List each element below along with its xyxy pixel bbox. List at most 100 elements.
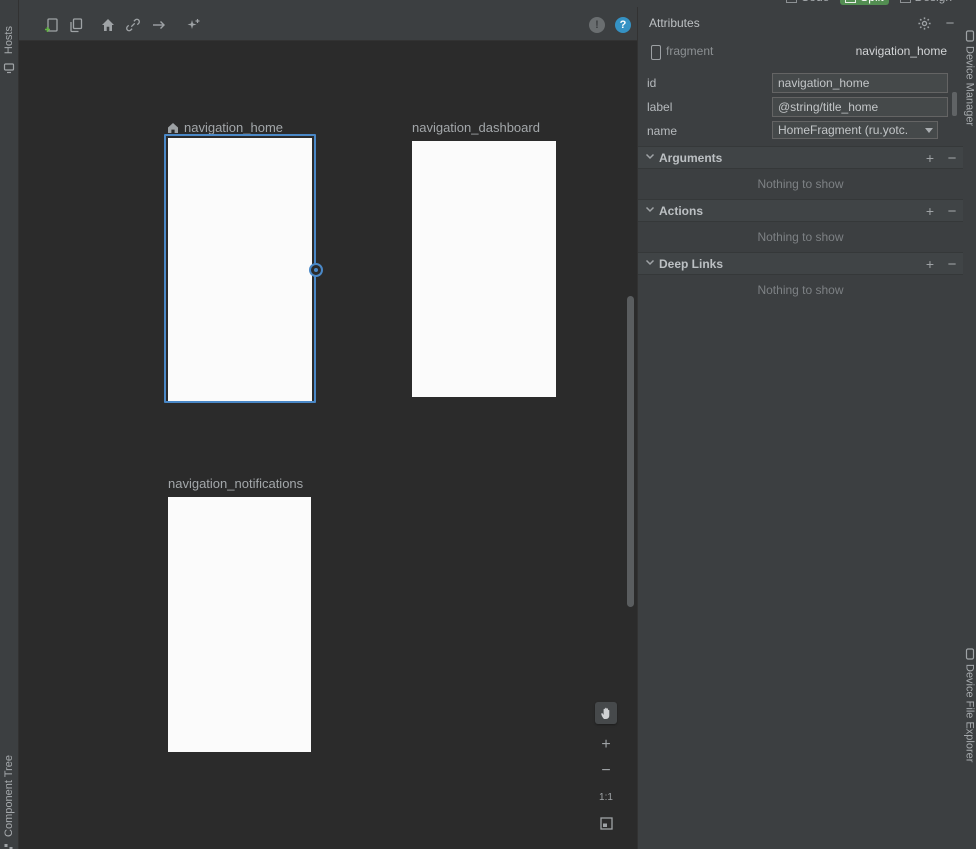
fragment-home-action-handle[interactable]: [309, 263, 323, 277]
chevron-down-icon: [925, 128, 933, 133]
component-id: navigation_home: [856, 44, 947, 58]
tab-split-label: Split: [860, 0, 883, 4]
left-tool-strip: Hosts Component Tree: [0, 0, 19, 849]
fragment-dashboard-label-row[interactable]: navigation_dashboard: [412, 120, 540, 135]
add-action-button[interactable]: +: [922, 203, 938, 219]
section-title: Actions: [659, 204, 703, 218]
attributes-title: Attributes: [649, 16, 700, 30]
device-file-explorer-icon: [965, 648, 975, 660]
navigation-editor-window: Hosts Component Tree Device Manager Devi…: [0, 0, 976, 849]
name-dropdown-value: HomeFragment (ru.yotc.: [773, 123, 925, 137]
id-input[interactable]: [772, 73, 948, 93]
hide-panel-button[interactable]: −: [941, 14, 959, 32]
zoom-in-button[interactable]: +: [598, 737, 614, 753]
deep-link-button[interactable]: [122, 14, 144, 36]
section-header-deep-links[interactable]: Deep Links + −: [638, 252, 963, 275]
zoom-to-fit-button[interactable]: [598, 815, 614, 831]
chevron-down-icon: [645, 259, 655, 266]
add-argument-button[interactable]: +: [922, 150, 938, 166]
start-destination-home-icon: [167, 122, 179, 134]
hosts-label: Hosts: [3, 26, 15, 54]
tool-button-device-manager[interactable]: Device Manager: [963, 46, 976, 126]
name-dropdown[interactable]: HomeFragment (ru.yotc.: [772, 121, 938, 139]
fragment-label: navigation_notifications: [168, 476, 303, 491]
attributes-header: Attributes −: [638, 7, 963, 37]
panel-mini-scrollbar[interactable]: [952, 92, 957, 116]
assign-start-destination-button[interactable]: [97, 14, 119, 36]
fragment-label: navigation_home: [184, 120, 283, 135]
fragment-notifications-label-row[interactable]: navigation_notifications: [168, 476, 303, 491]
auto-arrange-button[interactable]: [182, 14, 204, 36]
tab-split[interactable]: Split: [840, 0, 888, 5]
help-button[interactable]: ?: [612, 14, 634, 36]
tab-design-label: Design: [915, 0, 952, 4]
fragment-icon: [651, 45, 661, 60]
editor-mode-tabs: Code Split Design: [637, 0, 963, 7]
label-field-label: label: [647, 100, 672, 114]
zoom-level-label: 1:1: [599, 792, 613, 803]
tab-code[interactable]: Code: [781, 0, 835, 5]
plus-icon: +: [601, 736, 610, 754]
duplicate-destination-button[interactable]: [65, 14, 87, 36]
settings-button[interactable]: [915, 14, 933, 32]
section-header-actions[interactable]: Actions + −: [638, 199, 963, 222]
chevron-down-icon: [645, 153, 655, 160]
zoom-level-button[interactable]: 1:1: [596, 791, 616, 803]
fit-screen-icon: [600, 817, 613, 830]
component-tree-label: Component Tree: [3, 755, 15, 837]
navigation-graph-canvas[interactable]: navigation_home navigation_dashboard nav…: [19, 41, 637, 849]
device-manager-label: Device Manager: [964, 46, 976, 126]
section-title: Deep Links: [659, 257, 723, 271]
selected-component-row: fragment navigation_home: [638, 44, 963, 62]
split-icon: [845, 0, 856, 3]
code-icon: [786, 0, 797, 3]
tab-design[interactable]: Design: [895, 0, 957, 5]
design-toolbar: ! ?: [19, 0, 637, 41]
remove-action-button[interactable]: −: [944, 203, 960, 219]
minus-icon: −: [601, 762, 610, 780]
new-destination-button[interactable]: [41, 14, 63, 36]
tab-code-label: Code: [801, 0, 830, 4]
field-row-id: id: [638, 72, 963, 94]
tool-button-component-tree[interactable]: Component Tree: [0, 755, 18, 837]
field-row-label: label: [638, 96, 963, 118]
device-manager-icon: [965, 30, 975, 42]
section-title: Arguments: [659, 151, 722, 165]
error-icon: !: [589, 17, 605, 33]
action-arrow-button[interactable]: [148, 14, 170, 36]
component-tree-icon: [4, 843, 15, 849]
field-row-name: name HomeFragment (ru.yotc.: [638, 120, 963, 142]
fragment-home-label-row[interactable]: navigation_home: [167, 120, 283, 135]
tool-button-device-file-explorer[interactable]: Device File Explorer: [963, 664, 976, 762]
section-header-arguments[interactable]: Arguments + −: [638, 146, 963, 169]
chevron-down-icon: [645, 206, 655, 213]
design-icon: [900, 0, 911, 3]
hand-icon: [599, 706, 613, 720]
add-deep-link-button[interactable]: +: [922, 256, 938, 272]
fragment-notifications-preview[interactable]: [168, 497, 311, 752]
fragment-dashboard-preview[interactable]: [412, 141, 556, 397]
device-file-explorer-label: Device File Explorer: [964, 664, 976, 762]
remove-deep-link-button[interactable]: −: [944, 256, 960, 272]
name-field-label: name: [647, 124, 677, 138]
canvas-vertical-scrollbar[interactable]: [627, 296, 634, 607]
issues-indicator-button[interactable]: !: [586, 14, 608, 36]
minimize-icon: −: [946, 15, 955, 32]
deep-links-empty-text: Nothing to show: [638, 283, 963, 297]
help-icon: ?: [615, 17, 631, 33]
component-type: fragment: [666, 44, 713, 58]
gear-icon: [917, 16, 932, 31]
attributes-panel: Attributes − fragment navigatio: [637, 7, 963, 849]
right-tool-strip: Device Manager Device File Explorer: [962, 0, 976, 849]
pan-button[interactable]: [595, 702, 617, 724]
hosts-icon: [3, 62, 15, 74]
fragment-home-preview[interactable]: [168, 138, 312, 401]
tool-button-hosts[interactable]: Hosts: [0, 26, 18, 54]
remove-argument-button[interactable]: −: [944, 150, 960, 166]
zoom-out-button[interactable]: −: [598, 763, 614, 779]
actions-empty-text: Nothing to show: [638, 230, 963, 244]
arguments-empty-text: Nothing to show: [638, 177, 963, 191]
id-field-label: id: [647, 76, 656, 90]
label-input[interactable]: [772, 97, 948, 117]
fragment-label: navigation_dashboard: [412, 120, 540, 135]
